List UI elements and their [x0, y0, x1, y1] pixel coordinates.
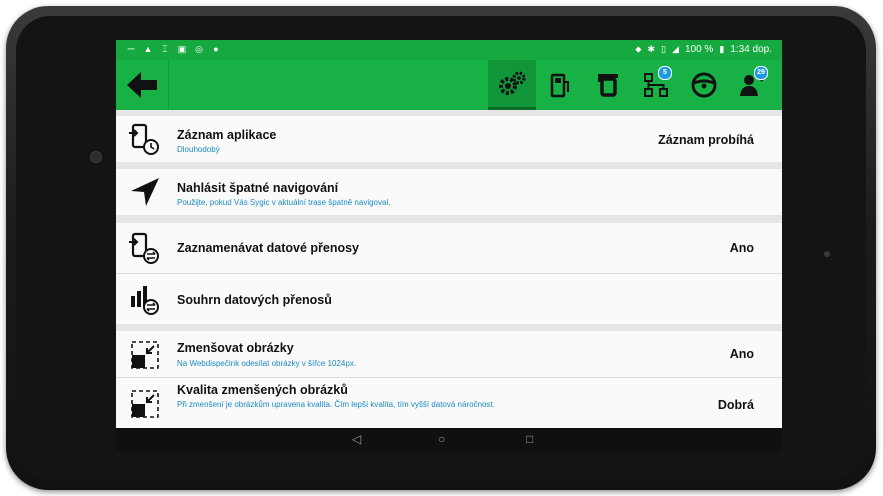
gears-icon — [499, 71, 526, 95]
usb-icon: ⎓ — [127, 44, 135, 54]
fuel-icon — [550, 73, 569, 98]
setting-app-logging[interactable]: Záznam aplikace Dlouhodobý Záznam probíh… — [116, 116, 782, 162]
eye-icon: ◎ — [195, 44, 203, 54]
image-icon: ▣ — [177, 44, 187, 54]
tab-fuel[interactable] — [536, 60, 584, 110]
status-right-icons: ⬥ ✱ ▯ ◢ 100 % ▮ 1:34 dop. — [635, 44, 772, 55]
setting-title: Nahlásit špatné navigování — [177, 181, 339, 195]
setting-value: Ano — [729, 347, 754, 361]
setting-subtitle: Na Webdispečink odesílat obrázky v šířce… — [177, 359, 357, 368]
tab-driving[interactable] — [680, 60, 728, 110]
setting-subtitle: Použijte, pokud Vás Sygic v aktuální tra… — [177, 198, 391, 207]
setting-image-quality[interactable]: Kvalita zmenšených obrázků Při zmenšení … — [116, 378, 782, 428]
driver-badge: 29 — [754, 66, 768, 80]
app-toolbar: 5 29 — [116, 60, 782, 110]
nav-back-button[interactable]: ◁ — [352, 432, 361, 446]
route-badge: 5 — [658, 66, 672, 80]
nav-home-button[interactable]: ○ — [438, 432, 445, 446]
setting-shrink-images[interactable]: Zmenšovat obrázky Na Webdispečink odesíl… — [116, 331, 782, 377]
setting-title: Záznam aplikace — [177, 128, 277, 142]
arrow-left-icon — [127, 72, 157, 98]
tab-route[interactable]: 5 — [632, 60, 680, 110]
setting-subtitle: Při zmenšení je obrázkům upravena kvalit… — [177, 400, 495, 409]
navigation-arrow-icon — [128, 175, 162, 209]
front-camera — [90, 151, 102, 163]
light-sensor — [824, 251, 830, 257]
setting-value: Ano — [729, 241, 754, 255]
battery-icon: ▮ — [719, 44, 725, 54]
nav-recents-button[interactable]: □ — [526, 432, 533, 446]
setting-transfer-summary[interactable]: Souhrn datových přenosů — [116, 274, 782, 324]
setting-log-transfers[interactable]: Zaznamenávat datové přenosy Ano — [116, 223, 782, 273]
steering-wheel-icon — [691, 72, 717, 98]
warning-icon: ▲ — [143, 44, 153, 54]
signal-icon: ◢ — [672, 44, 679, 54]
setting-title: Kvalita zmenšených obrázků — [177, 383, 348, 397]
back-button[interactable] — [116, 60, 169, 110]
phone-clock-icon — [128, 122, 162, 156]
setting-title: Zaznamenávat datové přenosy — [177, 241, 360, 255]
system-nav-bar: ◁ ○ □ — [116, 428, 782, 452]
chart-transfer-icon — [128, 282, 162, 316]
tab-driver[interactable]: 29 — [728, 60, 776, 110]
setting-report-navigation[interactable]: Nahlásit špatné navigování Použijte, pok… — [116, 169, 782, 215]
keyboard-icon: ⌶ — [162, 44, 168, 54]
truck-icon — [598, 74, 618, 97]
tab-settings[interactable] — [488, 60, 536, 110]
setting-title: Souhrn datových přenosů — [177, 293, 332, 307]
location-icon: ⬥ — [635, 44, 642, 54]
phone-transfer-icon — [128, 231, 162, 265]
vibrate-icon: ▯ — [661, 44, 667, 54]
setting-value: Dobrá — [717, 398, 754, 412]
image-quality-icon — [128, 387, 162, 421]
bluetooth-icon: ✱ — [647, 44, 656, 54]
battery-level: 100 % — [684, 44, 714, 55]
setting-subtitle: Dlouhodobý — [177, 145, 220, 154]
image-resize-icon — [128, 338, 162, 372]
toolbar-tabs: 5 29 — [488, 60, 776, 110]
status-bar: ⎓ ▲ ⌶ ▣ ◎ ● ⬥ ✱ ▯ ◢ 100 % ▮ 1:34 dop. — [116, 40, 782, 60]
setting-value: Záznam probíhá — [658, 133, 754, 147]
status-left-icons: ⎓ ▲ ⌶ ▣ ◎ ● — [126, 44, 221, 54]
setting-title: Zmenšovat obrázky — [177, 341, 294, 355]
clock: 1:34 dop. — [730, 44, 772, 55]
app-screen: ⎓ ▲ ⌶ ▣ ◎ ● ⬥ ✱ ▯ ◢ 100 % ▮ 1:34 dop. 5 … — [116, 40, 782, 452]
circle-icon: ● — [213, 44, 219, 54]
tab-truck[interactable] — [584, 60, 632, 110]
